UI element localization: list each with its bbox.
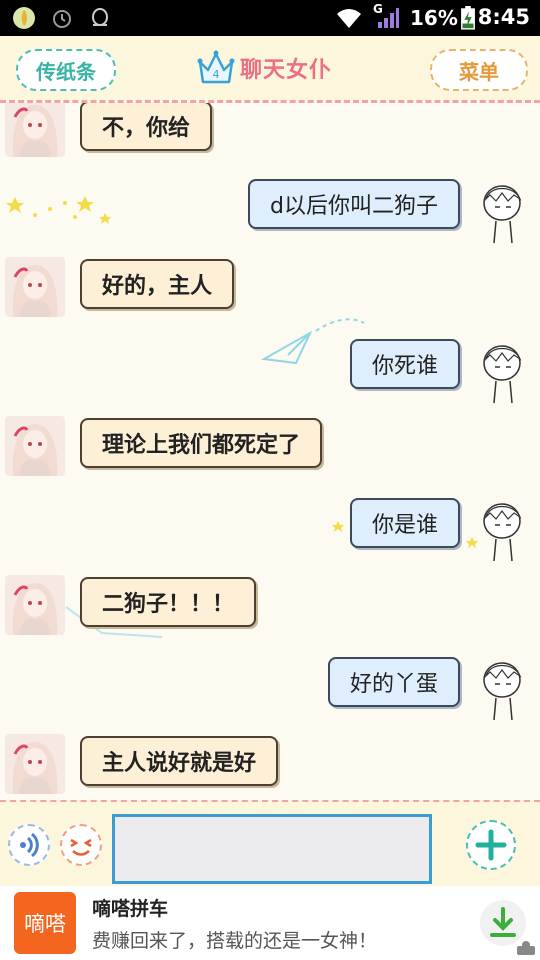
add-button[interactable] bbox=[466, 820, 516, 870]
ad-logo-text: 嘀嗒 bbox=[24, 912, 66, 936]
maid-avatar[interactable] bbox=[5, 734, 65, 794]
message-bubble-received[interactable]: 好的，主人 bbox=[80, 259, 235, 309]
message-bubble-sent[interactable]: d以后你叫二狗子 bbox=[248, 179, 460, 229]
status-bar: G 16% 8:45 bbox=[0, 0, 540, 36]
maid-avatar[interactable] bbox=[5, 575, 65, 635]
emoji-button[interactable] bbox=[60, 824, 102, 866]
maid-avatar[interactable] bbox=[5, 416, 65, 476]
user-avatar[interactable] bbox=[478, 656, 528, 722]
notification-icon bbox=[53, 10, 71, 28]
message-text: 二狗子！！！ bbox=[102, 592, 235, 617]
stars-decoration bbox=[6, 196, 111, 224]
message-bubble-sent[interactable]: 好的丫蛋 bbox=[327, 657, 460, 707]
header-title-group: 4 聊天女仆 bbox=[196, 44, 332, 92]
ad-app-logo: 嘀嗒 bbox=[14, 892, 76, 954]
menu-button[interactable]: 菜单 bbox=[430, 49, 528, 91]
battery-percent: 16% bbox=[410, 6, 458, 30]
message-text: 理论上我们都死定了 bbox=[102, 433, 301, 458]
emoji-icon bbox=[70, 838, 92, 856]
chat-header: 传纸条 4 聊天女仆 菜单 bbox=[0, 36, 540, 100]
pass-note-button[interactable]: 传纸条 bbox=[16, 49, 116, 91]
message-text: 你是谁 bbox=[371, 513, 438, 538]
message-text: 好的，主人 bbox=[102, 274, 213, 299]
level-number: 4 bbox=[213, 68, 220, 81]
battery-charging-icon bbox=[461, 6, 475, 30]
input-bar bbox=[0, 800, 540, 888]
message-text: 你死谁 bbox=[371, 354, 438, 379]
wifi-icon bbox=[337, 9, 361, 28]
page-title: 聊天女仆 bbox=[240, 58, 333, 83]
app-icon bbox=[13, 7, 35, 29]
message-text: 好的丫蛋 bbox=[349, 672, 438, 697]
message-input[interactable] bbox=[112, 814, 432, 884]
message-bubble-sent[interactable]: 你死谁 bbox=[349, 339, 460, 389]
maid-avatar[interactable] bbox=[5, 257, 65, 317]
pass-note-label: 传纸条 bbox=[36, 59, 96, 84]
message-bubble-received[interactable]: 理论上我们都死定了 bbox=[80, 418, 323, 468]
message-bubble-received[interactable]: 不，你给 bbox=[80, 103, 213, 151]
maid-avatar[interactable] bbox=[5, 103, 65, 157]
qq-icon bbox=[92, 8, 108, 26]
voice-button[interactable] bbox=[8, 824, 50, 866]
user-avatar[interactable] bbox=[478, 339, 528, 405]
voice-icon bbox=[20, 832, 39, 858]
ad-title: 嘀嗒拼车 bbox=[92, 898, 169, 920]
message-bubble-received[interactable]: 二狗子！！！ bbox=[80, 577, 257, 627]
user-avatar[interactable] bbox=[478, 497, 528, 563]
ad-description: 费赚回来了，搭载的还是一女神！ bbox=[92, 930, 378, 952]
message-bubble-received[interactable]: 主人说好就是好 bbox=[80, 736, 279, 786]
message-text: 主人说好就是好 bbox=[102, 751, 257, 776]
ad-badge-icon bbox=[517, 941, 535, 955]
ad-banner[interactable]: 嘀嗒 嘀嗒拼车 费赚回来了，搭载的还是一女神！ bbox=[0, 886, 540, 960]
signal-icon bbox=[378, 8, 399, 28]
clock: 8:45 bbox=[477, 5, 530, 29]
crown-icon: 4 bbox=[197, 50, 235, 84]
user-avatar[interactable] bbox=[478, 179, 528, 245]
message-bubble-sent[interactable]: 你是谁 bbox=[349, 498, 460, 548]
chat-area[interactable]: 不，你给 d以后你叫二狗子 好的，主人 你死谁 理论上我们都死定了 你是谁 二狗… bbox=[0, 103, 540, 800]
message-text: 不，你给 bbox=[102, 116, 191, 141]
menu-label: 菜单 bbox=[459, 59, 499, 84]
message-text: d以后你叫二狗子 bbox=[270, 194, 438, 219]
add-icon bbox=[475, 829, 507, 861]
